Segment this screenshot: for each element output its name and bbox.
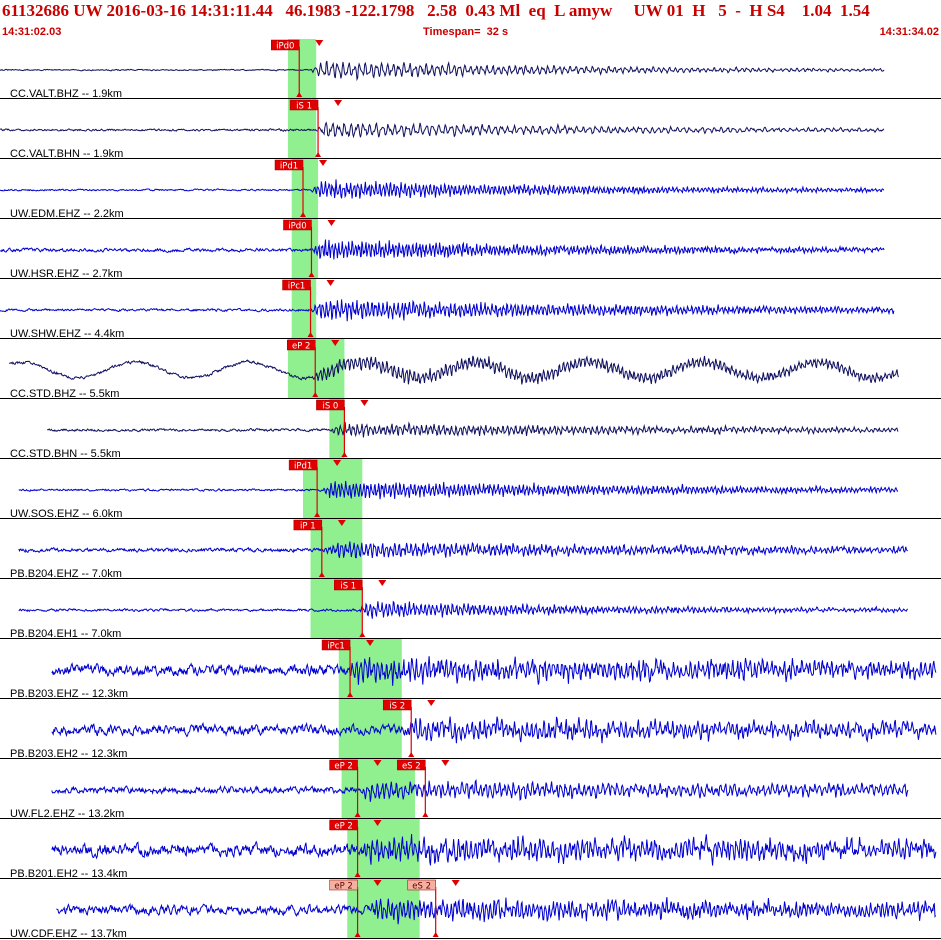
pick-label: iP 1 [300,522,316,532]
pick-label: eP 2 [292,342,310,352]
pick-arrow-icon [326,280,335,286]
trace-row[interactable]: iS 0CC.STD.BHN -- 5.5km [0,399,941,460]
pick-arrow-icon [327,220,336,226]
trace-row[interactable]: iPd1UW.SOS.EHZ -- 6.0km [0,459,941,520]
pick-arrow-icon [432,932,439,937]
pick-arrow-icon [315,40,324,46]
trace-row[interactable]: iS 1CC.VALT.BHN -- 1.9km [0,99,941,160]
waveform [0,179,885,199]
pick-arrow-icon [451,880,460,886]
pick-arrow-icon [408,752,415,757]
waveform [51,833,937,866]
pick-label: iS 1 [340,582,356,592]
waveform [18,600,909,619]
waveform [51,716,937,744]
pick-label: iPc1 [327,642,345,652]
waveform [0,60,885,82]
pick-label: iS 1 [296,102,312,112]
event-header: 61132686 UW 2016-03-16 14:31:11.44 46.19… [0,0,941,40]
waveform [47,421,899,438]
pick-label: eS 2 [402,762,421,772]
waveform [18,480,899,500]
pick-label: eP 2 [334,762,352,772]
pick-arrow-icon [441,760,450,766]
waveform [18,541,908,559]
trace-row[interactable]: eP 2CC.STD.BHZ -- 5.5km [0,339,941,400]
trace-row[interactable]: iP 1PB.B204.EHZ -- 7.0km [0,519,941,580]
pick-arrow-icon [319,160,328,166]
pick-label: iPd0 [288,222,306,232]
trace-row[interactable]: iPc1PB.B203.EHZ -- 12.3km [0,639,941,700]
trace-row[interactable]: eP 2 eS 2UW.CDF.EHZ -- 13.7km [0,879,941,940]
trace-row[interactable]: iPd0CC.VALT.BHZ -- 1.9km [0,39,941,100]
waveform [51,656,937,686]
trace-row[interactable]: iPd0UW.HSR.EHZ -- 2.7km [0,219,941,280]
waveform [9,355,899,385]
trace-row[interactable]: iPc1UW.SHW.EHZ -- 4.4km [0,279,941,340]
pick-arrow-icon [422,812,429,817]
pick-arrow-icon [378,580,387,586]
waveform [56,897,937,925]
pick-label: iPd0 [276,42,294,52]
pick-label: iPd1 [294,462,312,472]
pick-label: eP 2 [334,822,352,832]
waveform [51,778,909,802]
trace-row[interactable]: iS 2PB.B203.EH2 -- 12.3km [0,699,941,760]
trace-row[interactable]: eP 2 eS 2UW.FL2.EHZ -- 13.2km [0,759,941,820]
timespan-label: Timespan= 32 s [423,26,509,38]
pick-label: iPd1 [280,162,298,172]
trace-row[interactable]: iPd1UW.EDM.EHZ -- 2.2km [0,159,941,220]
pick-arrow-icon [360,400,369,406]
waveform [0,239,885,260]
waveform [0,121,885,139]
start-time: 14:31:02.03 [2,26,62,38]
trace-row[interactable]: eP 2PB.B201.EH2 -- 13.4km [0,819,941,880]
pick-label: eS 2 [412,882,431,892]
event-summary: 61132686 UW 2016-03-16 14:31:11.44 46.19… [2,1,870,20]
pick-label: eP 2 [334,882,352,892]
seismogram-panel[interactable]: iPd0CC.VALT.BHZ -- 1.9kmiS 1CC.VALT.BHN … [0,39,941,940]
waveform [0,299,895,322]
pick-arrow-icon [334,100,343,106]
end-time: 14:31:34.02 [879,26,939,38]
pick-label: iS 2 [389,702,405,712]
trace-row[interactable]: iS 1PB.B204.EH1 -- 7.0km [0,579,941,640]
pick-arrow-icon [427,700,436,706]
pick-label: iPc1 [288,282,306,292]
pick-label: iS 0 [322,402,338,412]
